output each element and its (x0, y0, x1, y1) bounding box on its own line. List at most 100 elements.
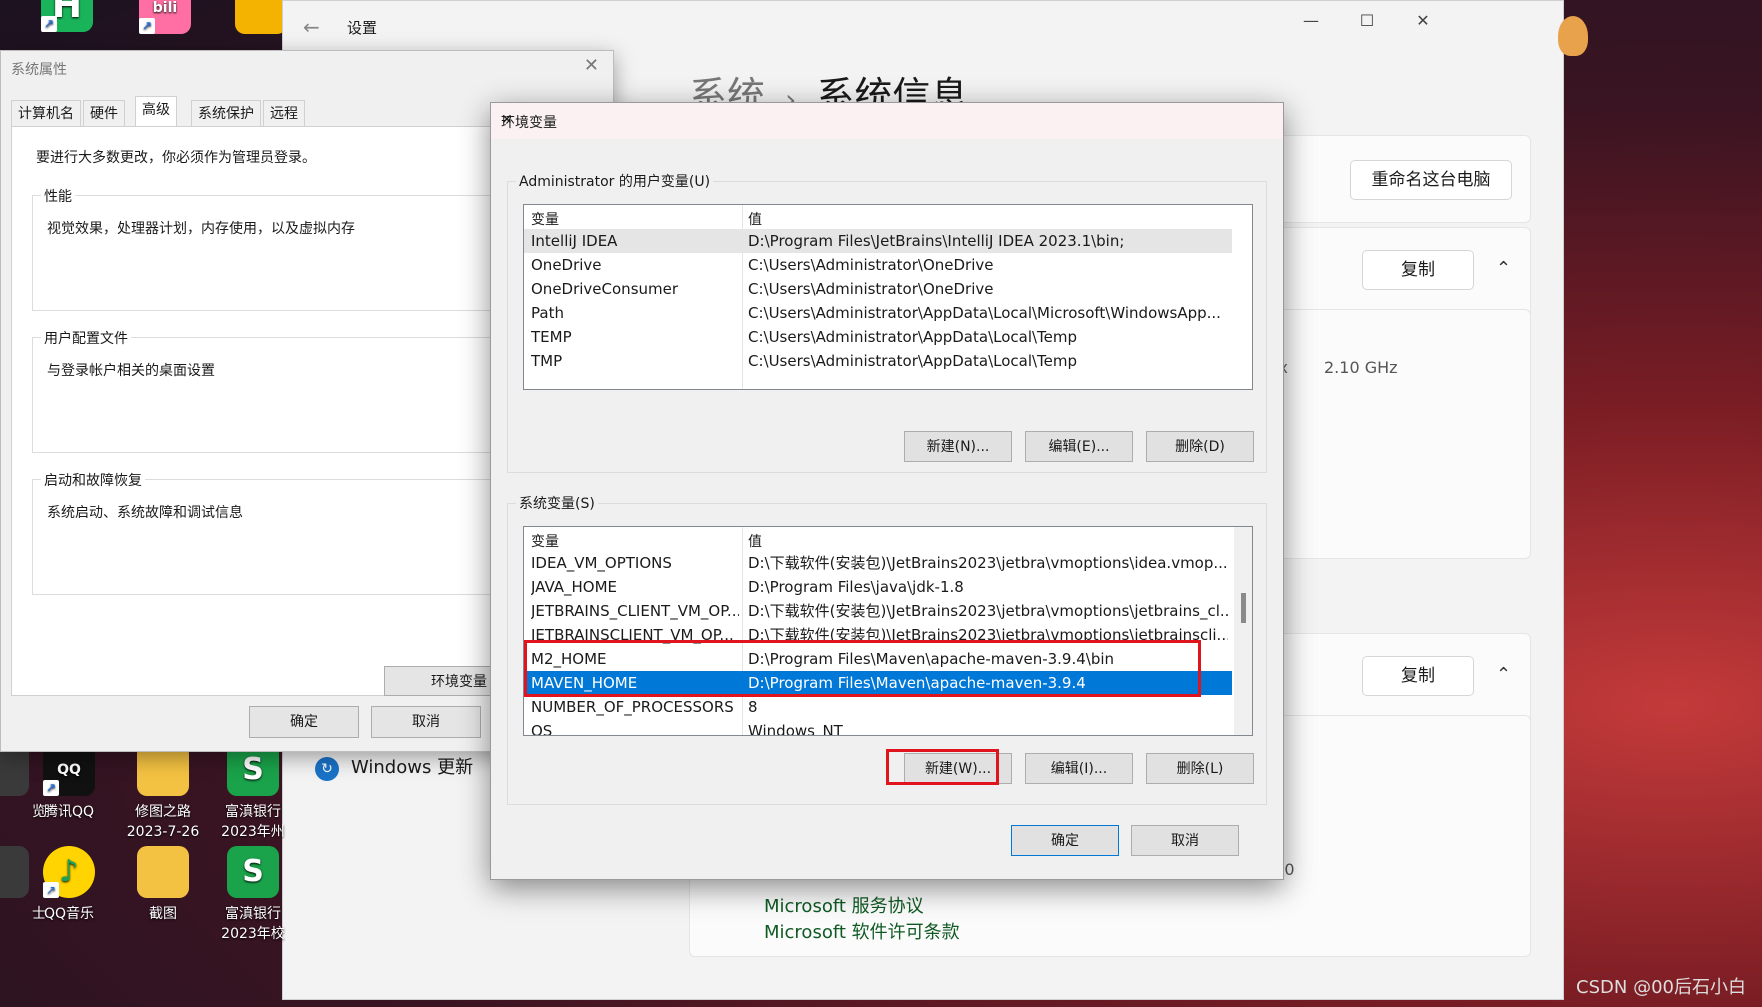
table-row[interactable]: OS Windows_NT (524, 719, 1232, 736)
tab-system-protection[interactable]: 系统保护 (191, 100, 261, 127)
minimize-icon[interactable]: — (1293, 9, 1329, 33)
refresh-icon: ↻ (315, 757, 339, 781)
table-row[interactable]: NUMBER_OF_PROCESSORS 8 (524, 695, 1232, 719)
group-label: 性能 (41, 186, 75, 206)
var-value: D:\下载软件(安装包)\JetBrains2023\jetbra\vmopti… (748, 554, 1228, 572)
var-value: C:\Users\Administrator\OneDrive (748, 280, 994, 298)
link-license-terms[interactable]: Microsoft 软件许可条款 (764, 918, 960, 944)
desktop-icon-label: 富滇银行 2023年州 (221, 804, 285, 840)
var-name: JAVA_HOME (531, 578, 618, 596)
table-row[interactable]: TMP C:\Users\Administrator\AppData\Local\… (524, 349, 1232, 373)
desktop-icon-label: 富滇银行 2023年校 (221, 906, 285, 942)
chevron-up-icon[interactable]: ⌃ (1496, 664, 1511, 685)
link-service-agreement[interactable]: Microsoft 服务协议 (764, 892, 924, 918)
tab-remote[interactable]: 远程 (263, 100, 305, 127)
scrollbar-thumb[interactable] (1241, 593, 1246, 623)
var-name: OneDriveConsumer (531, 280, 679, 298)
back-arrow-icon[interactable]: ← (303, 15, 320, 39)
group-label: 用户配置文件 (41, 328, 131, 348)
system-variables-list[interactable]: 变量 值 IDEA_VM_OPTIONS D:\下载软件(安装包)\JetBrai… (523, 526, 1253, 736)
ok-button[interactable]: 确定 (249, 706, 359, 738)
user-delete-button[interactable]: 删除(D) (1146, 431, 1254, 462)
user-variables-group: Administrator 的用户变量(U) 变量 值 IntelliJ IDE… (507, 171, 1267, 473)
tab-hardware[interactable]: 硬件 (83, 100, 125, 127)
spreadsheet-icon: S (227, 846, 279, 898)
var-name: NUMBER_OF_PROCESSORS (531, 698, 734, 716)
var-name: OS (531, 722, 553, 736)
var-name: TMP (531, 352, 563, 370)
rename-pc-button[interactable]: 重命名这台电脑 (1350, 160, 1512, 200)
highlight-new-button (886, 749, 999, 785)
mascot-icon (1558, 16, 1588, 56)
var-name: OneDrive (531, 256, 602, 274)
table-row[interactable]: JAVA_HOME D:\Program Files\java\jdk-1.8 (524, 575, 1232, 599)
settings-titlebar: ← 设置 — ☐ ✕ (283, 1, 1563, 53)
system-edit-button[interactable]: 编辑(I)... (1025, 753, 1133, 784)
windows-update-item[interactable]: ↻ Windows 更新 (315, 753, 473, 781)
table-row[interactable]: JETBRAINS_CLIENT_VM_OP... D:\下载软件(安装包)\Je… (524, 599, 1232, 623)
var-value: C:\Users\Administrator\AppData\Local\Mic… (748, 304, 1221, 322)
desktop-icon-bilibili[interactable]: bili ↗ (122, 0, 208, 40)
var-value: D:\Program Files\java\jdk-1.8 (748, 578, 964, 596)
var-name: IntelliJ IDEA (531, 232, 618, 250)
tab-computer-name[interactable]: 计算机名 (11, 100, 81, 127)
column-header-value[interactable]: 值 (748, 531, 762, 551)
group-desc: 系统启动、系统故障和调试信息 (47, 505, 243, 521)
cancel-button[interactable]: 取消 (371, 706, 481, 738)
table-row[interactable]: OneDriveConsumer C:\Users\Administrator\O… (524, 277, 1232, 301)
table-row[interactable]: TEMP C:\Users\Administrator\AppData\Local… (524, 325, 1232, 349)
desktop-icon-jietu[interactable]: 截图 (120, 846, 206, 924)
app-icon (0, 846, 29, 898)
table-row[interactable]: IntelliJ IDEA D:\Program Files\JetBrains\… (524, 229, 1232, 253)
environment-variables-dialog: 环境变量 ✕ Administrator 的用户变量(U) 变量 值 Intel… (490, 102, 1284, 880)
close-icon[interactable]: ✕ (584, 55, 599, 76)
close-icon[interactable]: ✕ (1405, 9, 1441, 33)
user-new-button[interactable]: 新建(N)... (904, 431, 1012, 462)
shortcut-arrow-icon: ↗ (43, 780, 59, 796)
user-variables-list[interactable]: 变量 值 IntelliJ IDEA D:\Program Files\JetBr… (523, 204, 1253, 390)
tab-advanced[interactable]: 高级 (135, 96, 177, 127)
dialog-title: 系统属性 (11, 62, 67, 78)
desktop-icon-qqmusic[interactable]: ♪ ↗ QQ音乐 (26, 846, 112, 924)
column-header-value[interactable]: 值 (748, 209, 762, 229)
var-name: JETBRAINS_CLIENT_VM_OP... (531, 602, 739, 620)
dialog-titlebar: 环境变量 ✕ (491, 103, 1283, 139)
shortcut-arrow-icon: ↗ (139, 18, 155, 34)
desktop-icon-fudian-2[interactable]: S 富滇银行 2023年校 (210, 846, 296, 944)
vertical-scrollbar[interactable] (1234, 527, 1252, 735)
desktop-icon-xiutu[interactable]: 修图之路 2023-7-26 (120, 744, 206, 842)
list-header: 变量 值 (524, 527, 1252, 551)
group-label: 启动和故障恢复 (41, 470, 145, 490)
var-value: D:\Program Files\JetBrains\IntelliJ IDEA… (748, 232, 1125, 250)
group-desc: 与登录帐户相关的桌面设置 (47, 363, 215, 379)
column-header-variable[interactable]: 变量 (531, 531, 559, 551)
table-row[interactable]: OneDrive C:\Users\Administrator\OneDrive (524, 253, 1232, 277)
highlight-maven-vars (524, 640, 1201, 697)
close-icon[interactable]: ✕ (501, 112, 1271, 128)
column-header-variable[interactable]: 变量 (531, 209, 559, 229)
list-header: 变量 值 (524, 205, 1252, 229)
shortcut-arrow-icon: ↗ (43, 882, 59, 898)
bilibili-icon: bili ↗ (139, 0, 191, 34)
table-row[interactable]: IDEA_VM_OPTIONS D:\下载软件(安装包)\JetBrains202… (524, 551, 1232, 575)
system-delete-button[interactable]: 删除(L) (1146, 753, 1254, 784)
folder-icon (137, 846, 189, 898)
var-value: C:\Users\Administrator\AppData\Local\Tem… (748, 352, 1078, 370)
chevron-up-icon[interactable]: ⌃ (1496, 258, 1511, 279)
table-row[interactable]: Path C:\Users\Administrator\AppData\Local… (524, 301, 1232, 325)
system-variables-label: 系统变量(S) (516, 493, 598, 513)
group-desc: 视觉效果，处理器计划，内存使用，以及虚拟内存 (47, 221, 355, 237)
desktop-icon-fudian-1[interactable]: S 富滇银行 2023年州 (210, 744, 296, 842)
copy-button-device[interactable]: 复制 (1362, 250, 1474, 290)
cancel-button[interactable]: 取消 (1131, 825, 1239, 856)
desktop-icon-hbuilder[interactable]: H ↗ (24, 0, 110, 38)
ok-button[interactable]: 确定 (1011, 825, 1119, 856)
desktop-icon-qq[interactable]: QQ ↗ 腾讯QQ (26, 744, 112, 822)
watermark: CSDN @00后石小白 (1576, 977, 1746, 998)
desktop-icon-label: 腾讯QQ (43, 804, 95, 820)
copy-button-windows[interactable]: 复制 (1362, 656, 1474, 696)
maximize-icon[interactable]: ☐ (1349, 9, 1385, 33)
user-edit-button[interactable]: 编辑(E)... (1025, 431, 1133, 462)
folder-icon (235, 0, 287, 34)
var-value: D:\下载软件(安装包)\JetBrains2023\jetbra\vmopti… (748, 602, 1228, 620)
